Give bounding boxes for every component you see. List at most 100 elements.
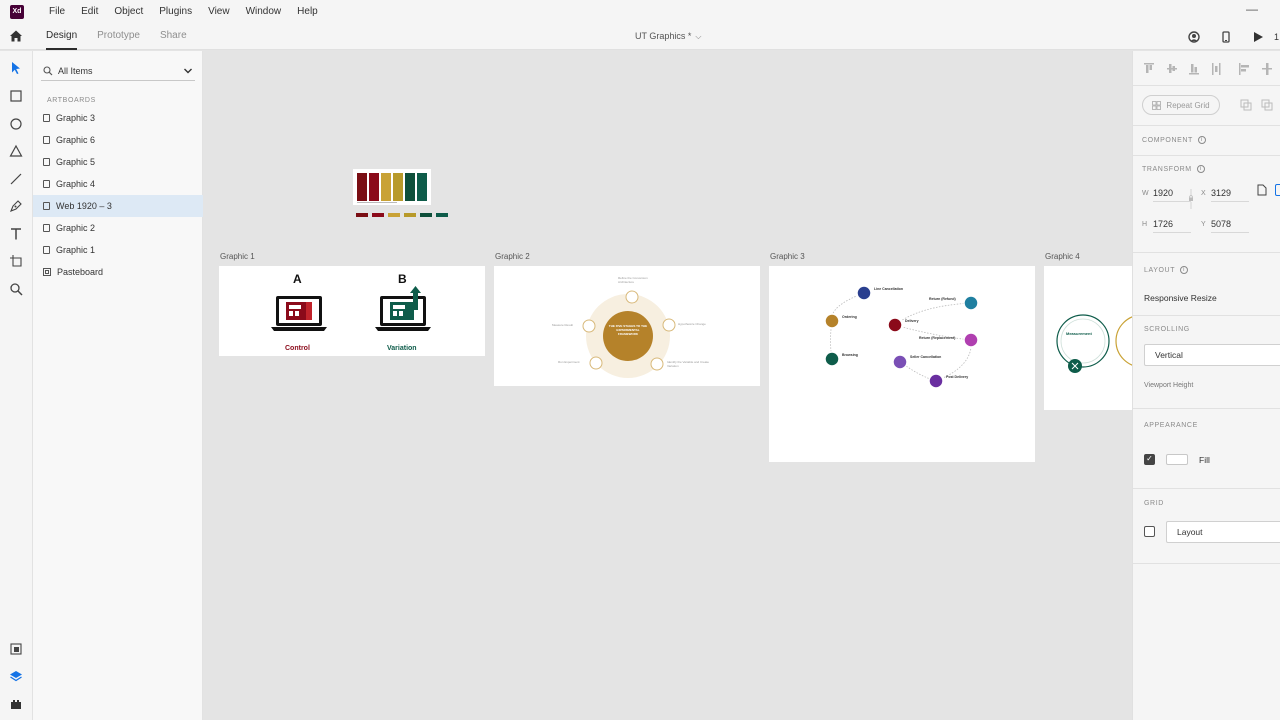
menu-object[interactable]: Object — [106, 0, 151, 23]
fill-color-swatch[interactable] — [1166, 454, 1188, 465]
align-toolbar[interactable] — [1144, 62, 1280, 76]
menu-edit[interactable]: Edit — [73, 0, 106, 23]
menu-help[interactable]: Help — [289, 0, 326, 23]
info-icon[interactable]: i — [1196, 165, 1205, 173]
menu-view[interactable]: View — [200, 0, 238, 23]
menu-file[interactable]: File — [41, 0, 73, 23]
artboard-graphic-3[interactable]: Line Cancellation Ordering Delivery Retu… — [769, 266, 1035, 462]
framework-center-text: THE FIVE STAGES TO THE EXPERIMENTAL FRAM… — [608, 324, 648, 336]
ellipse-tool-icon[interactable] — [9, 117, 23, 131]
artboard-icon — [43, 224, 50, 232]
grid-type-select[interactable]: Layout — [1166, 521, 1280, 543]
fill-label: Fill — [1199, 455, 1210, 465]
responsive-resize-label[interactable]: Responsive Resize — [1144, 293, 1217, 303]
journey-node-5: Return (Replacement) — [919, 336, 956, 340]
artboard-graphic-2[interactable]: THE FIVE STAGES TO THE EXPERIMENTAL FRAM… — [494, 266, 760, 386]
user-profile-icon[interactable] — [1188, 30, 1200, 43]
responsive-toggle[interactable] — [1275, 184, 1280, 196]
artboard-graphic-1[interactable]: A B Control Variation — [219, 266, 485, 356]
laptop-control-icon — [271, 296, 327, 331]
grid-type-value: Layout — [1177, 527, 1203, 537]
polygon-tool-icon[interactable] — [9, 144, 23, 158]
artboard-graphic-4[interactable]: Measurement — [1044, 266, 1132, 410]
framework-stage-5: Measure Result — [552, 323, 574, 327]
app-logo: Xd — [10, 4, 24, 19]
document-title[interactable]: UT Graphics * ⌵ — [635, 23, 701, 50]
search-icon — [43, 65, 53, 75]
repeat-grid-button[interactable]: Repeat Grid — [1142, 95, 1220, 115]
journey-node-3: Delivery — [905, 319, 919, 323]
appearance-heading: APPEARANCE — [1144, 422, 1198, 429]
width-field[interactable]: 1920 — [1153, 188, 1191, 202]
tools-panel — [0, 51, 33, 720]
framework-stage-2: Hypothesize Change — [678, 322, 706, 326]
tab-prototype[interactable]: Prototype — [87, 23, 150, 50]
scrolling-select[interactable]: Vertical — [1144, 344, 1280, 366]
tab-design[interactable]: Design — [36, 23, 87, 50]
zoom-tool-icon[interactable] — [9, 282, 23, 296]
properties-panel: Repeat Grid COMPONENT i TRANSFORM i W 1920… — [1132, 51, 1280, 720]
menu-items: File Edit Object Plugins View Window Hel… — [41, 0, 326, 23]
pen-tool-icon[interactable] — [9, 199, 23, 213]
play-icon[interactable] — [1252, 31, 1264, 43]
layer-item-graphic-5[interactable]: Graphic 5 — [33, 151, 203, 173]
chevron-down-icon: ⌵ — [695, 32, 702, 41]
artboard-label-graphic-4[interactable]: Graphic 4 — [1045, 252, 1080, 261]
layer-item-graphic-2[interactable]: Graphic 2 — [33, 217, 203, 239]
divider — [1133, 85, 1280, 86]
y-field[interactable]: 5078 — [1211, 219, 1249, 233]
layer-item-label: Web 1920 – 3 — [56, 201, 112, 211]
laptop-variation-icon — [375, 286, 431, 331]
grid-checkbox[interactable] — [1144, 526, 1155, 537]
layer-item-web-1920-3[interactable]: Web 1920 – 3 — [33, 195, 203, 217]
transform-heading: TRANSFORM i — [1142, 165, 1205, 173]
web-1920-3-artboard[interactable] — [353, 169, 455, 221]
layer-item-pasteboard[interactable]: Pasteboard — [33, 261, 203, 283]
layers-filter[interactable]: All Items — [41, 61, 195, 81]
minimize-button[interactable]: — — [1246, 2, 1258, 16]
tab-share[interactable]: Share — [150, 23, 197, 50]
zoom-value[interactable]: 1 — [1274, 32, 1280, 42]
layer-item-graphic-4[interactable]: Graphic 4 — [33, 173, 203, 195]
line-tool-icon[interactable] — [9, 172, 23, 186]
lock-aspect-icon[interactable] — [1187, 189, 1195, 209]
menu-plugins[interactable]: Plugins — [151, 0, 200, 23]
layer-item-label: Graphic 6 — [56, 135, 96, 145]
framework-stage-3: Identify the Variable and Create Variati… — [667, 360, 709, 368]
canvas[interactable]: Graphic 1 A B Control Variation Graphic … — [203, 51, 1132, 720]
text-tool-icon[interactable] — [9, 227, 23, 241]
info-icon[interactable]: i — [1180, 266, 1189, 274]
device-preview-icon[interactable] — [1220, 30, 1232, 43]
layout-heading-text: LAYOUT — [1144, 266, 1176, 274]
info-icon[interactable]: i — [1197, 136, 1206, 144]
assets-icon[interactable] — [9, 642, 23, 656]
fill-checkbox[interactable]: ✓ — [1144, 454, 1155, 465]
rectangle-tool-icon[interactable] — [9, 89, 23, 103]
x-field[interactable]: 3129 — [1211, 188, 1249, 202]
responsive-page-icon[interactable] — [1257, 184, 1267, 196]
transform-heading-text: TRANSFORM — [1142, 165, 1192, 173]
layer-item-graphic-1[interactable]: Graphic 1 — [33, 239, 203, 261]
menu-window[interactable]: Window — [238, 0, 290, 23]
artboard-icon — [43, 136, 50, 144]
select-tool-icon[interactable] — [9, 61, 23, 75]
artboard-label-graphic-3[interactable]: Graphic 3 — [770, 252, 805, 261]
artboard-tool-icon[interactable] — [9, 254, 23, 268]
journey-node-4: Return (Refund) — [929, 297, 956, 301]
paste-icon[interactable] — [1261, 99, 1273, 111]
x-label: X — [1201, 190, 1206, 197]
copy-icon[interactable] — [1240, 99, 1252, 111]
artboard-label-graphic-2[interactable]: Graphic 2 — [495, 252, 530, 261]
plugins-icon[interactable] — [9, 697, 23, 711]
layer-item-graphic-6[interactable]: Graphic 6 — [33, 129, 203, 151]
layer-item-label: Graphic 1 — [56, 245, 96, 255]
artboard-label-graphic-1[interactable]: Graphic 1 — [220, 252, 255, 261]
divider — [1133, 563, 1280, 564]
framework-stage-1: Refine the Conversion Architecture — [618, 276, 648, 284]
home-icon[interactable] — [9, 29, 23, 43]
layer-item-graphic-3[interactable]: Graphic 3 — [33, 107, 203, 129]
height-field[interactable]: 1726 — [1153, 219, 1191, 233]
scrolling-heading-text: SCROLLING — [1144, 326, 1190, 333]
layers-icon[interactable] — [9, 669, 23, 683]
divider — [1133, 488, 1280, 489]
